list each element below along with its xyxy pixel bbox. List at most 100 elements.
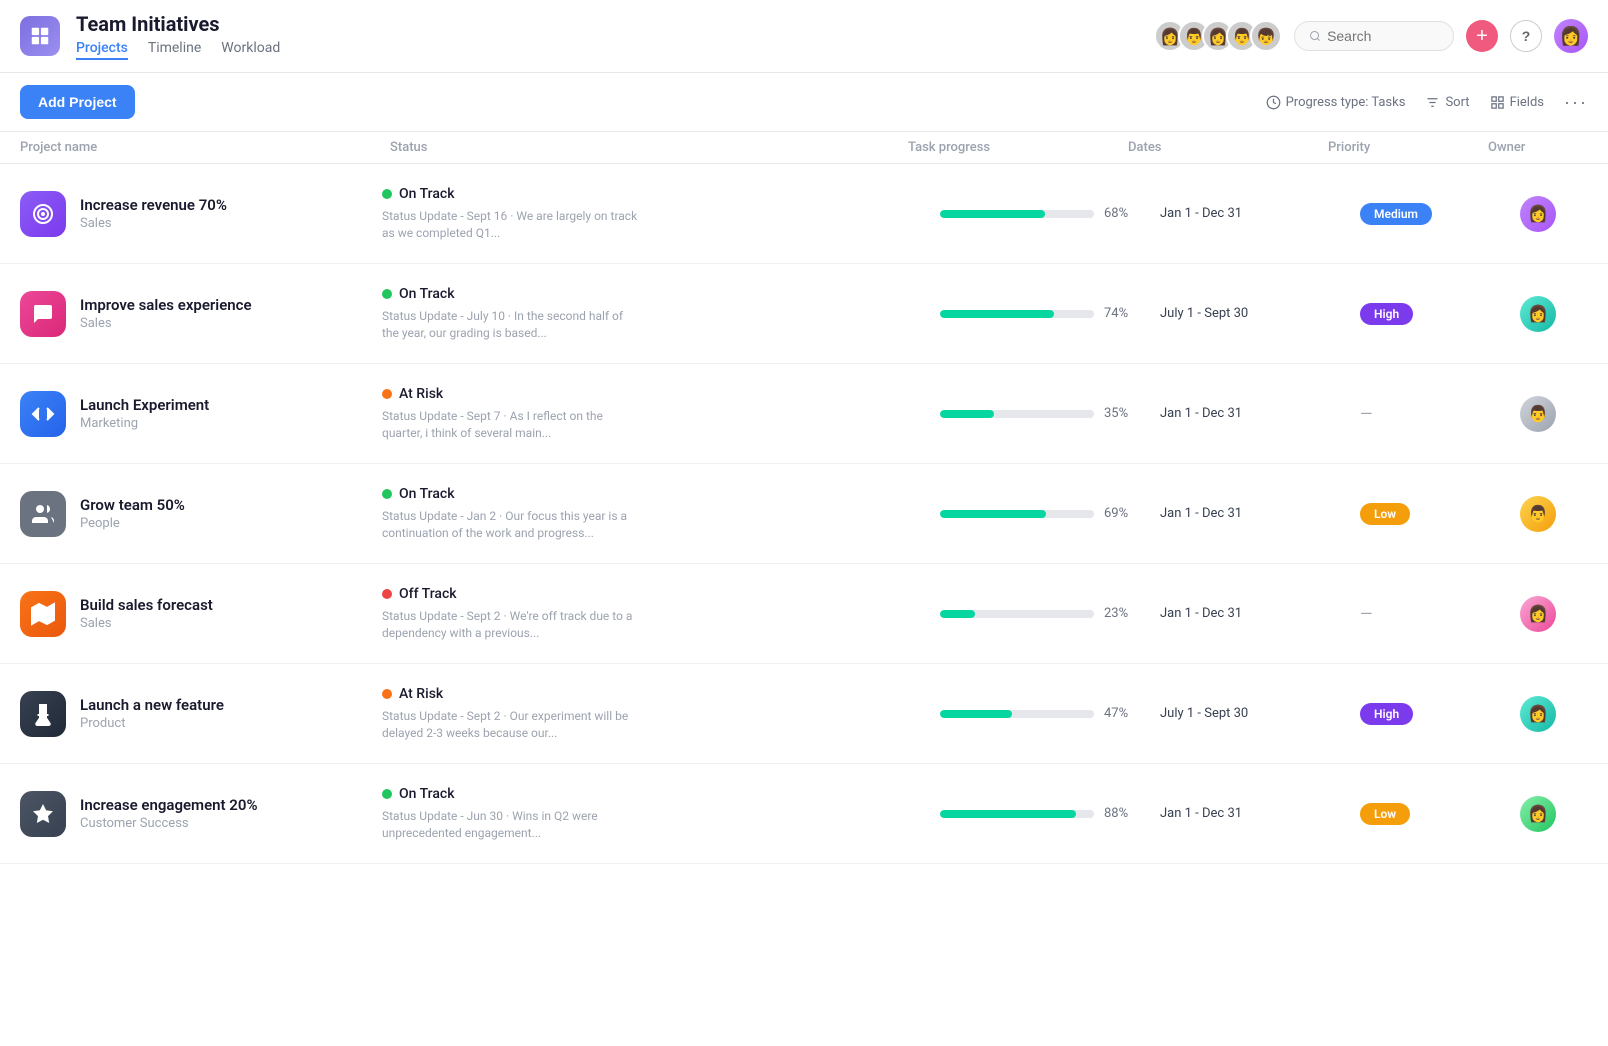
project-team: Customer Success xyxy=(80,816,258,831)
project-info: Increase engagement 20% Customer Success xyxy=(80,796,258,831)
project-team: Product xyxy=(80,716,224,731)
project-name-cell: Grow team 50% People xyxy=(0,475,370,553)
table-row[interactable]: Build sales forecast Sales Off Track Sta… xyxy=(0,564,1608,664)
owner-cell: 👩 xyxy=(1508,180,1608,248)
status-update: Status Update - Sept 16 · We are largely… xyxy=(382,208,642,242)
status-indicator: Off Track xyxy=(382,586,916,602)
owner-avatar: 👩 xyxy=(1520,196,1556,232)
progress-bar-bg xyxy=(940,610,1094,618)
col-owner: Owner xyxy=(1488,140,1588,155)
project-name: Launch a new feature xyxy=(80,696,224,714)
status-label: On Track xyxy=(399,786,455,802)
status-indicator: On Track xyxy=(382,786,916,802)
priority-badge: Low xyxy=(1360,503,1410,525)
sort-icon xyxy=(1425,95,1440,110)
status-update: Status Update - Jun 30 · Wins in Q2 were… xyxy=(382,808,642,842)
status-dot xyxy=(382,489,392,499)
table-row[interactable]: Improve sales experience Sales On Track … xyxy=(0,264,1608,364)
progress-icon xyxy=(1266,95,1281,110)
col-priority: Priority xyxy=(1328,140,1488,155)
status-dot xyxy=(382,589,392,599)
progress-bar-fill xyxy=(940,210,1045,218)
project-team: Sales xyxy=(80,216,227,231)
progress-percent: 35% xyxy=(1104,406,1136,421)
user-avatar[interactable]: 👩 xyxy=(1554,19,1588,53)
priority-dash: — xyxy=(1360,604,1373,623)
owner-cell: 👩 xyxy=(1508,780,1608,848)
table-row[interactable]: Grow team 50% People On Track Status Upd… xyxy=(0,464,1608,564)
project-team: People xyxy=(80,516,185,531)
priority-cell: — xyxy=(1348,388,1508,439)
priority-badge: High xyxy=(1360,703,1413,725)
status-label: On Track xyxy=(399,286,455,302)
status-dot xyxy=(382,289,392,299)
status-indicator: At Risk xyxy=(382,386,916,402)
add-button[interactable]: + xyxy=(1466,20,1498,52)
status-label: On Track xyxy=(399,486,455,502)
status-label: On Track xyxy=(399,186,455,202)
status-indicator: On Track xyxy=(382,286,916,302)
status-update: Status Update - Jan 2 · Our focus this y… xyxy=(382,508,642,542)
status-label: At Risk xyxy=(399,386,443,402)
project-team: Marketing xyxy=(80,416,209,431)
project-team: Sales xyxy=(80,616,213,631)
owner-cell: 👨 xyxy=(1508,380,1608,448)
project-name-cell: Build sales forecast Sales xyxy=(0,575,370,653)
status-indicator: On Track xyxy=(382,486,916,502)
nav-timeline[interactable]: Timeline xyxy=(148,40,201,60)
status-cell: At Risk Status Update - Sept 7 · As I re… xyxy=(370,370,928,458)
owner-cell: 👨 xyxy=(1508,480,1608,548)
nav-workload[interactable]: Workload xyxy=(221,40,280,60)
owner-avatar: 👨 xyxy=(1520,496,1556,532)
fields-action[interactable]: Fields xyxy=(1490,95,1544,110)
owner-cell: 👩 xyxy=(1508,280,1608,348)
search-icon xyxy=(1309,29,1321,43)
help-button[interactable]: ? xyxy=(1510,20,1542,52)
priority-badge: High xyxy=(1360,303,1413,325)
project-name-cell: Increase revenue 70% Sales xyxy=(0,175,370,253)
progress-bar-fill xyxy=(940,610,975,618)
search-input[interactable] xyxy=(1327,28,1439,44)
table-row[interactable]: Launch a new feature Product At Risk Sta… xyxy=(0,664,1608,764)
col-status: Status xyxy=(390,140,908,155)
progress-bar-fill xyxy=(940,310,1054,318)
nav-projects[interactable]: Projects xyxy=(76,40,128,60)
progress-bar-fill xyxy=(940,510,1046,518)
progress-cell: 88% xyxy=(928,790,1148,837)
progress-type-action[interactable]: Progress type: Tasks xyxy=(1266,95,1406,110)
progress-percent: 74% xyxy=(1104,306,1136,321)
project-name-cell: Increase engagement 20% Customer Success xyxy=(0,775,370,853)
progress-bar-bg xyxy=(940,210,1094,218)
status-dot xyxy=(382,189,392,199)
search-box[interactable] xyxy=(1294,21,1454,51)
toolbar: Add Project Progress type: Tasks Sort Fi… xyxy=(0,73,1608,132)
progress-bar-bg xyxy=(940,410,1094,418)
header-title-block: Team Initiatives Projects Timeline Workl… xyxy=(76,12,1138,60)
dates-cell: Jan 1 - Dec 31 xyxy=(1148,590,1348,637)
status-cell: On Track Status Update - Sept 16 · We ar… xyxy=(370,170,928,258)
project-name-cell: Launch Experiment Marketing xyxy=(0,375,370,453)
sort-action[interactable]: Sort xyxy=(1425,95,1469,110)
app-header: Team Initiatives Projects Timeline Workl… xyxy=(0,0,1608,73)
status-label: Off Track xyxy=(399,586,457,602)
table-body: Increase revenue 70% Sales On Track Stat… xyxy=(0,164,1608,864)
project-name: Build sales forecast xyxy=(80,596,213,614)
progress-cell: 68% xyxy=(928,190,1148,237)
table-header: Project name Status Task progress Dates … xyxy=(0,132,1608,164)
status-indicator: At Risk xyxy=(382,686,916,702)
project-info: Launch a new feature Product xyxy=(80,696,224,731)
priority-cell: — xyxy=(1348,588,1508,639)
priority-cell: Medium xyxy=(1348,187,1508,241)
team-avatars: 👩 👨 👩 👨 👦 xyxy=(1154,20,1282,52)
table-row[interactable]: Increase engagement 20% Customer Success… xyxy=(0,764,1608,864)
project-info: Build sales forecast Sales xyxy=(80,596,213,631)
table-row[interactable]: Launch Experiment Marketing At Risk Stat… xyxy=(0,364,1608,464)
add-project-button[interactable]: Add Project xyxy=(20,85,135,119)
status-update: Status Update - Sept 2 · Our experiment … xyxy=(382,708,642,742)
status-cell: On Track Status Update - July 10 · In th… xyxy=(370,270,928,358)
status-update: Status Update - Sept 7 · As I reflect on… xyxy=(382,408,642,442)
table-row[interactable]: Increase revenue 70% Sales On Track Stat… xyxy=(0,164,1608,264)
project-icon xyxy=(20,491,66,537)
status-dot xyxy=(382,389,392,399)
more-options-button[interactable]: ··· xyxy=(1564,92,1588,113)
